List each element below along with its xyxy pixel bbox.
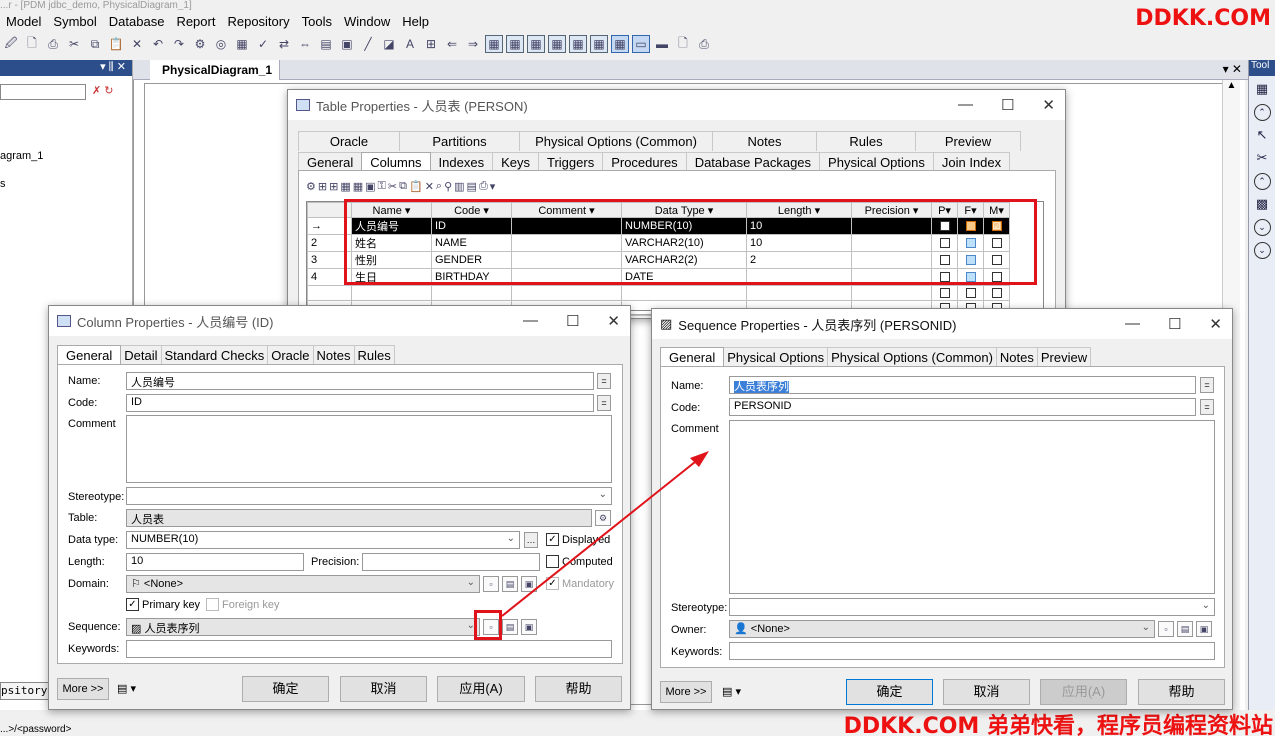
annotation-arrow [501, 451, 709, 617]
